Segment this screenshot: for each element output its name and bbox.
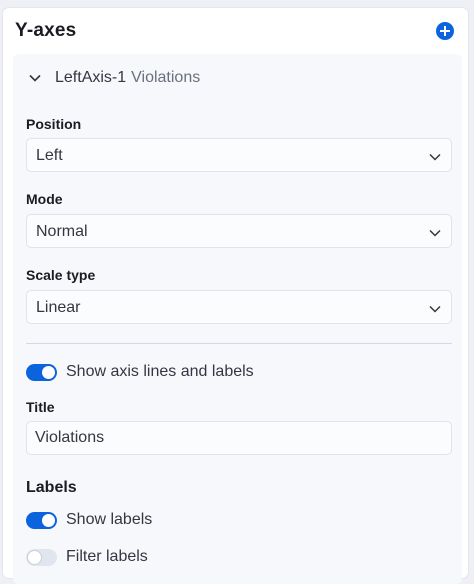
position-label: Position — [26, 116, 82, 132]
position-select[interactable]: Left — [26, 138, 452, 172]
title-input[interactable] — [35, 429, 435, 447]
axis-accordion: LeftAxis-1 Violations Position Left Mode… — [13, 54, 462, 584]
scale-type-label: Scale type — [26, 267, 96, 283]
filter-labels-label: Filter labels — [66, 548, 148, 565]
mode-value: Normal — [36, 223, 88, 240]
filter-labels-toggle[interactable]: Filter labels — [26, 546, 148, 568]
chevron-down-icon — [429, 226, 441, 238]
show-labels-toggle[interactable]: Show labels — [26, 509, 152, 531]
panel-title: Y-axes — [15, 20, 77, 41]
scale-type-select[interactable]: Linear — [26, 290, 452, 324]
mode-label: Mode — [26, 191, 63, 207]
axis-subtitle: Violations — [131, 69, 201, 86]
toggle-switch[interactable] — [26, 363, 57, 381]
show-labels-label: Show labels — [66, 511, 153, 528]
scale-type-value: Linear — [36, 299, 81, 316]
axis-name: LeftAxis-1 — [55, 69, 127, 86]
axis-accordion-toggle[interactable]: LeftAxis-1 Violations — [29, 66, 200, 90]
toggle-switch[interactable] — [26, 548, 57, 566]
chevron-down-icon — [429, 150, 441, 162]
toggle-switch[interactable] — [26, 511, 57, 529]
labels-section-title: Labels — [26, 479, 77, 496]
show-axis-lines-toggle[interactable]: Show axis lines and labels — [26, 361, 254, 383]
position-value: Left — [36, 147, 63, 164]
panel-header: Y-axes — [3, 8, 468, 54]
title-label: Title — [26, 399, 55, 415]
title-field[interactable] — [26, 421, 452, 455]
mode-select[interactable]: Normal — [26, 214, 452, 248]
chevron-down-icon — [429, 302, 441, 314]
add-axis-button[interactable] — [436, 22, 454, 40]
chevron-down-icon — [29, 72, 41, 84]
show-axis-lines-label: Show axis lines and labels — [66, 363, 254, 380]
y-axes-panel: Y-axes LeftAxis-1 Violations Position Le… — [3, 8, 468, 584]
divider — [26, 343, 452, 344]
